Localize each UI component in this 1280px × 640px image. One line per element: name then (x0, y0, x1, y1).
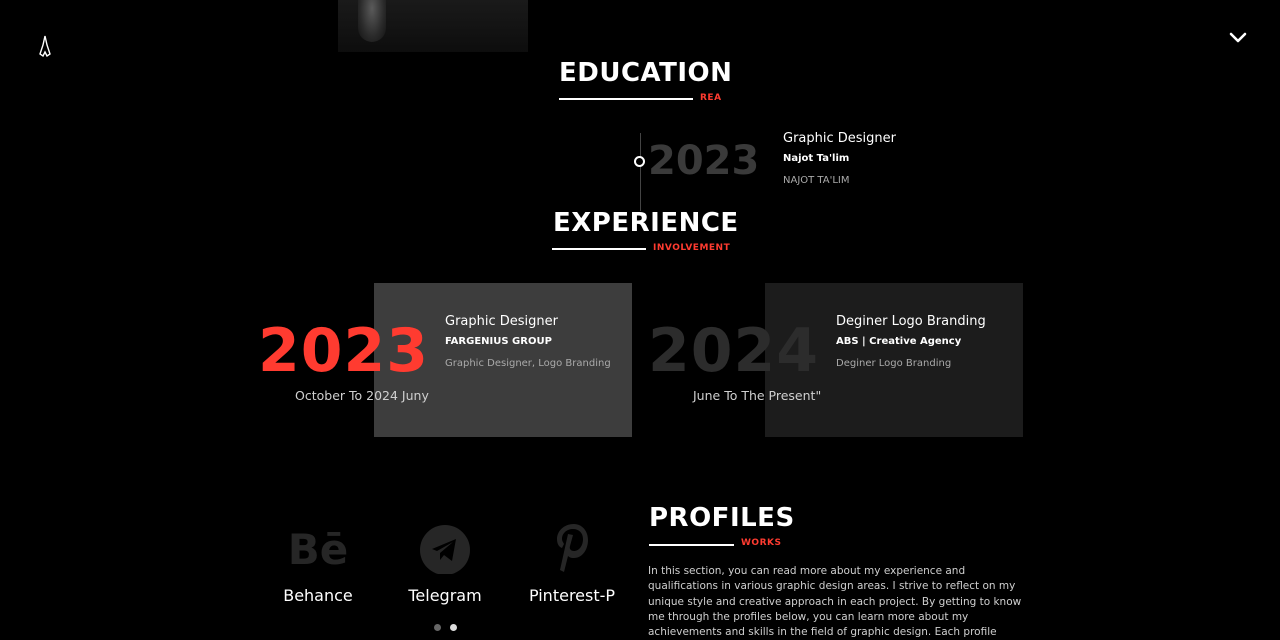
education-title: EDUCATION (559, 58, 733, 88)
timeline-dot (634, 156, 645, 167)
telegram-icon (420, 525, 470, 574)
svg-text:Bē: Bē (288, 525, 349, 574)
education-role: Graphic Designer (783, 131, 896, 146)
experience-year: 2023 (258, 316, 429, 386)
profile-link-telegram[interactable]: Telegram (385, 520, 505, 612)
education-desc: NAJOT TA'LIM (783, 175, 850, 186)
profile-photo (338, 0, 528, 52)
profiles-subtitle: WORKS (741, 538, 782, 548)
brush-logo-icon[interactable] (38, 35, 52, 57)
profiles-title: PROFILES (649, 503, 795, 533)
profile-link-pinterest[interactable]: Pinterest-P (512, 520, 632, 612)
experience-role: Deginer Logo Branding (836, 314, 986, 329)
chevron-down-icon[interactable] (1228, 28, 1248, 46)
profile-label: Telegram (408, 586, 482, 605)
experience-desc: Graphic Designer, Logo Branding (445, 358, 611, 369)
experience-role: Graphic Designer (445, 314, 558, 329)
education-org: Najot Ta'lim (783, 153, 850, 164)
profiles-description: In this section, you can read more about… (648, 565, 1022, 639)
experience-year: 2024 (648, 316, 819, 386)
profile-link-behance[interactable]: Bē Behance (258, 520, 378, 612)
profile-label: Pinterest-P (528, 586, 616, 605)
title-underline (552, 248, 646, 250)
behance-icon: Bē (288, 525, 349, 574)
experience-period: June To The Present" (693, 388, 822, 403)
experience-subtitle: INVOLVEMENT (653, 243, 731, 253)
education-subtitle: REA (700, 93, 722, 103)
pinterest-icon (557, 524, 588, 572)
title-underline (559, 98, 693, 100)
experience-org: ABS | Creative Agency (836, 336, 962, 347)
experience-title: EXPERIENCE (553, 208, 739, 238)
title-underline (649, 544, 734, 546)
profile-label: Behance (283, 586, 353, 605)
experience-org: FARGENIUS GROUP (445, 336, 552, 347)
education-year: 2023 (648, 138, 760, 184)
experience-desc: Deginer Logo Branding (836, 358, 952, 369)
carousel-dot[interactable] (434, 624, 441, 631)
experience-period: October To 2024 Juny (295, 388, 429, 403)
carousel-dot-active[interactable] (450, 624, 457, 631)
timeline-line (640, 133, 641, 211)
